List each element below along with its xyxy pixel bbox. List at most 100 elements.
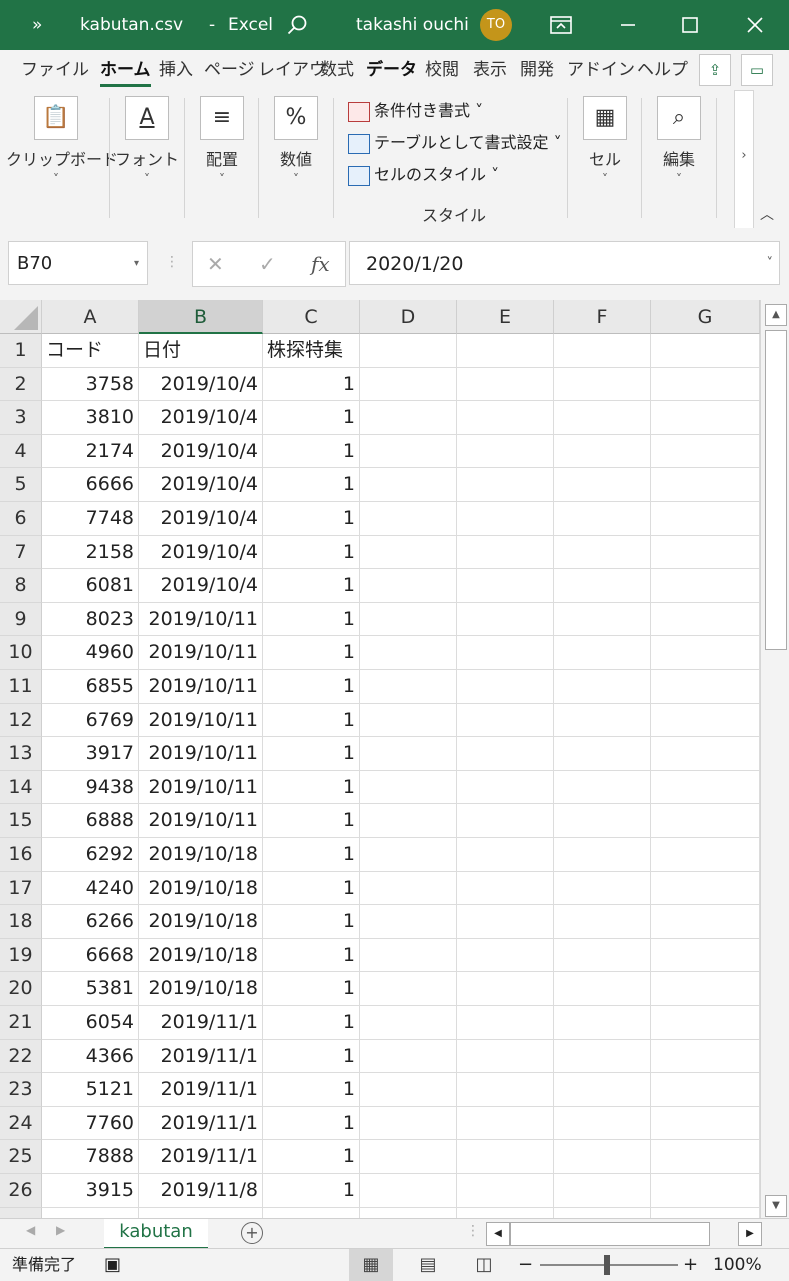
cell-e[interactable] [457, 905, 554, 939]
cell-c[interactable]: 1 [263, 838, 360, 872]
cell-e[interactable] [457, 1174, 554, 1208]
cell-d[interactable] [360, 367, 457, 402]
cell-b[interactable]: 2019/11/1 [139, 1006, 263, 1040]
insert-function-icon[interactable]: fx [311, 242, 330, 286]
enter-icon[interactable]: ✓ [259, 242, 276, 286]
row-header[interactable]: 11 [0, 670, 42, 704]
cell-d[interactable] [360, 670, 457, 704]
alignment-group[interactable]: ≡ 配置 ˅ [188, 90, 256, 186]
page-break-view-icon[interactable]: ◫ [462, 1249, 506, 1281]
cell-e[interactable] [457, 670, 554, 704]
cell-g[interactable] [651, 905, 760, 939]
cell-styles-button[interactable]: セルのスタイル ˅ [348, 162, 499, 188]
cells-group[interactable]: ▦ セル ˅ [572, 90, 638, 186]
cell-b[interactable]: 2019/10/18 [139, 838, 263, 872]
cell-g[interactable] [651, 871, 760, 906]
row-header[interactable]: 16 [0, 838, 42, 872]
scroll-right-icon[interactable]: ▶ [738, 1222, 762, 1246]
cell-d[interactable] [360, 871, 457, 906]
cell-g[interactable] [651, 1140, 760, 1174]
cell-e[interactable] [457, 972, 554, 1006]
cell-d[interactable] [360, 535, 457, 570]
cell-d[interactable] [360, 972, 457, 1006]
row-header[interactable]: 14 [0, 770, 42, 805]
cell-g[interactable] [651, 703, 760, 738]
row-header[interactable]: 18 [0, 905, 42, 939]
formula-input[interactable]: 2020/1/20 ˅ [349, 241, 780, 285]
cell-g[interactable] [651, 334, 760, 368]
cell-g[interactable] [651, 938, 760, 973]
cell-b[interactable]: 2019/10/11 [139, 770, 263, 805]
cell-f[interactable] [554, 367, 651, 402]
collapse-ribbon-icon[interactable]: ︿ [760, 204, 774, 224]
cell-b[interactable]: 2019/10/11 [139, 670, 263, 704]
cell-b[interactable]: 2019/10/18 [139, 938, 263, 973]
row-header[interactable]: 17 [0, 871, 42, 906]
prev-sheet-icon[interactable]: ◀ [26, 1223, 35, 1237]
cell-b[interactable]: 2019/11/1 [139, 1140, 263, 1174]
cell-d[interactable] [360, 401, 457, 435]
cell-c[interactable]: 1 [263, 535, 360, 570]
format-as-table-button[interactable]: テーブルとして書式設定 ˅ [348, 130, 562, 156]
cell-d[interactable] [360, 636, 457, 670]
cell-g[interactable] [651, 502, 760, 536]
cell-d[interactable] [360, 1006, 457, 1040]
cell-f[interactable] [554, 602, 651, 637]
cell-c[interactable]: 1 [263, 703, 360, 738]
search-icon[interactable] [272, 0, 322, 50]
cell-b[interactable]: 2019/10/4 [139, 502, 263, 536]
cell-f[interactable] [554, 871, 651, 906]
cell-b[interactable]: 2019/10/11 [139, 703, 263, 738]
select-all-button[interactable] [0, 300, 42, 334]
row-header[interactable]: 22 [0, 1039, 42, 1074]
cell-g[interactable] [651, 434, 760, 469]
row-header[interactable] [0, 1207, 42, 1218]
font-group[interactable]: A フォント ˅ [112, 90, 182, 186]
cell-f[interactable] [554, 1073, 651, 1107]
cell-g[interactable] [651, 468, 760, 502]
conditional-formatting-button[interactable]: 条件付き書式 ˅ [348, 98, 483, 124]
cell-f[interactable] [554, 905, 651, 939]
avatar[interactable]: TO [480, 9, 512, 41]
cell-f[interactable] [554, 670, 651, 704]
cell-d[interactable] [360, 905, 457, 939]
cell-e[interactable] [457, 367, 554, 402]
chevron-down-icon[interactable]: ▾ [134, 242, 139, 286]
cell-e[interactable] [457, 334, 554, 368]
tab-layout[interactable]: レイアウ [258, 50, 326, 90]
cell-f[interactable] [554, 636, 651, 670]
maximize-icon[interactable] [665, 0, 715, 50]
cell-a[interactable]: 7748 [42, 502, 139, 536]
cell-d[interactable] [360, 569, 457, 603]
cell-e[interactable] [457, 737, 554, 771]
macro-recording-icon[interactable]: ▣ [104, 1249, 121, 1281]
cell-g[interactable] [651, 770, 760, 805]
cell-c[interactable]: 1 [263, 1174, 360, 1208]
cell-e[interactable] [457, 1039, 554, 1074]
cell-c[interactable]: 1 [263, 972, 360, 1006]
cell-b[interactable]: 2019/10/18 [139, 972, 263, 1006]
cell-g[interactable] [651, 401, 760, 435]
cell-c[interactable]: 1 [263, 602, 360, 637]
cell-c[interactable]: 1 [263, 905, 360, 939]
tab-home[interactable]: ホーム [100, 50, 151, 90]
tab-view[interactable]: 表示 [473, 50, 507, 90]
tab-file[interactable]: ファイル [21, 50, 89, 90]
cell-b[interactable]: 2019/11/8 [139, 1174, 263, 1208]
cell-g[interactable] [651, 569, 760, 603]
user-name[interactable]: takashi ouchi [356, 0, 469, 50]
cell-c[interactable]: 株探特集 [263, 334, 360, 368]
cell-d[interactable] [360, 434, 457, 469]
cell-f[interactable] [554, 1207, 651, 1218]
cell-d[interactable] [360, 1039, 457, 1074]
expand-formula-bar-icon[interactable]: ˅ [767, 242, 774, 286]
cell-f[interactable] [554, 434, 651, 469]
cell-a[interactable]: 4960 [42, 636, 139, 670]
scroll-down-icon[interactable]: ▼ [765, 1195, 787, 1217]
next-sheet-icon[interactable]: ▶ [56, 1223, 65, 1237]
cell-f[interactable] [554, 770, 651, 805]
cell-e[interactable] [457, 602, 554, 637]
cell-b[interactable]: 2019/10/4 [139, 468, 263, 502]
cell-c[interactable]: 1 [263, 938, 360, 973]
tab-splitter[interactable]: ⋮ [466, 1223, 480, 1239]
